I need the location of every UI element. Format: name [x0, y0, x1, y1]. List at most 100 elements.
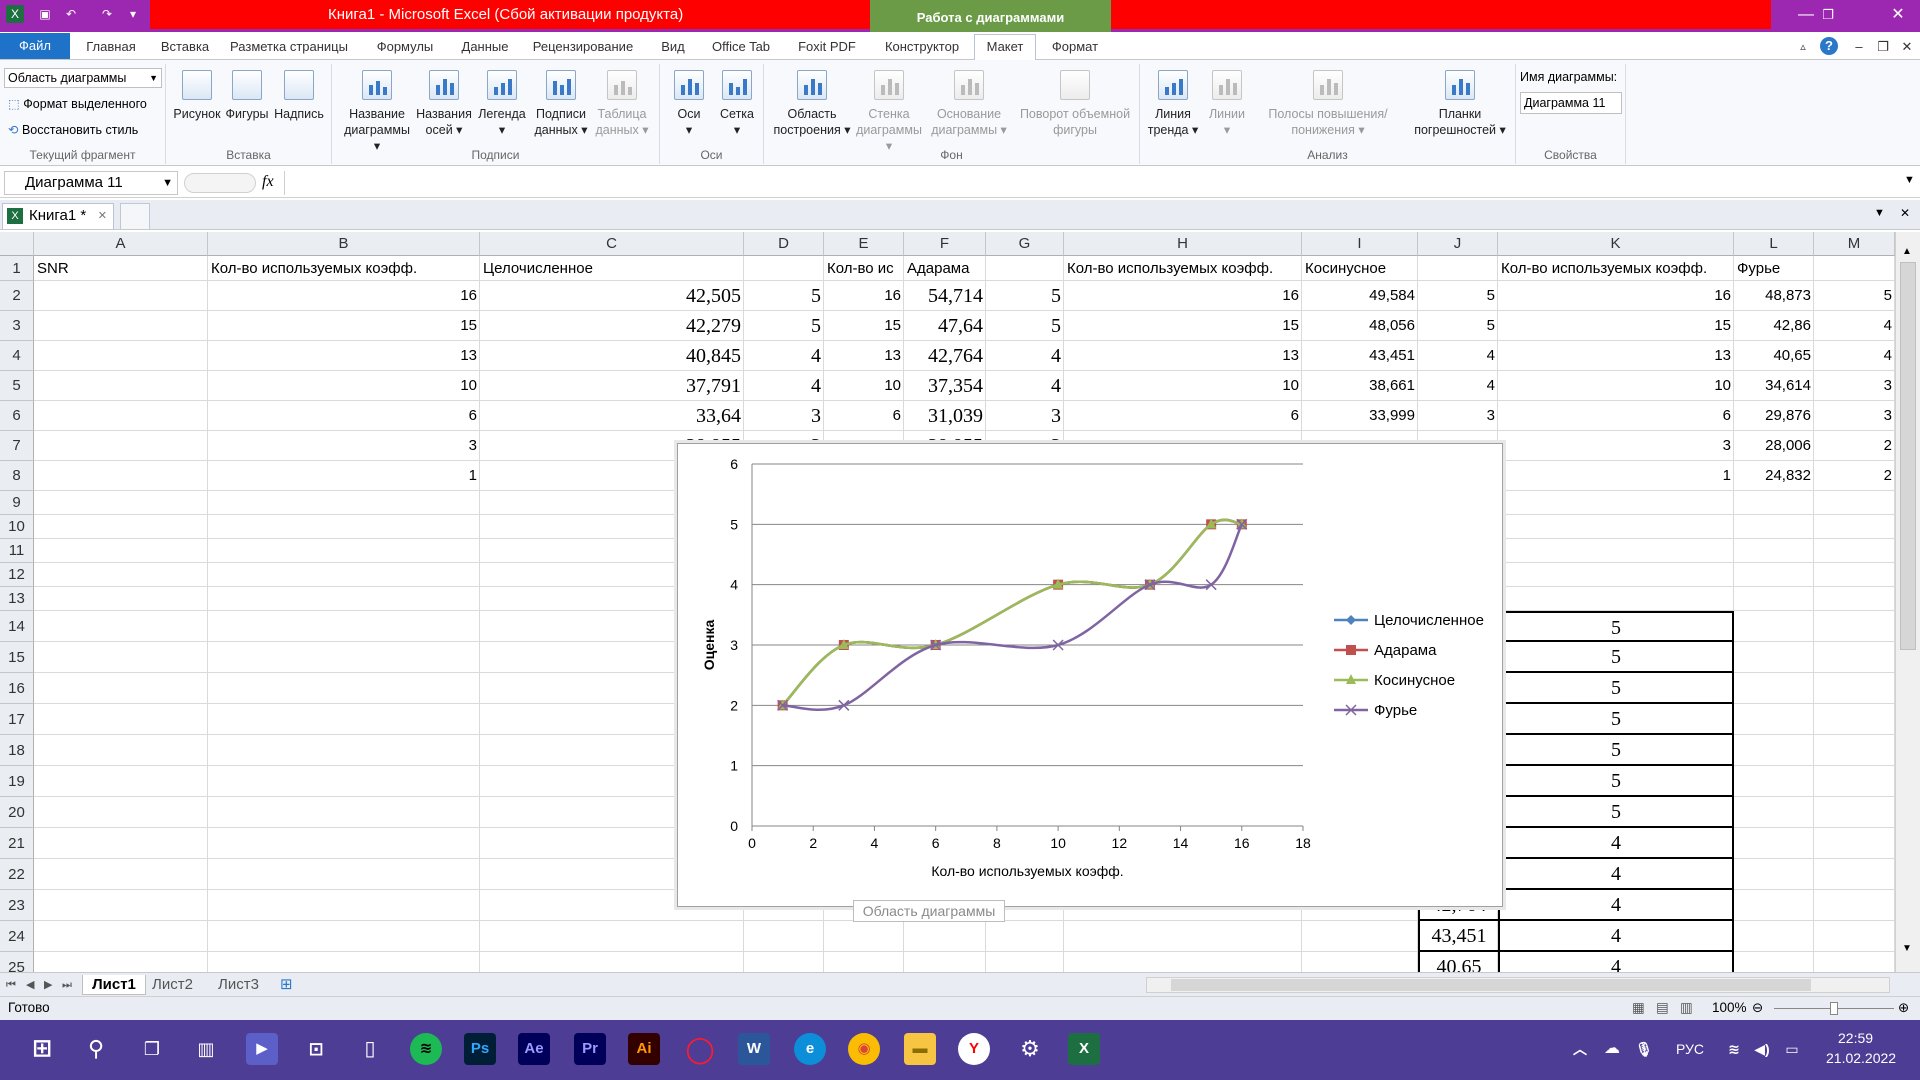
row-header-13[interactable]: 13	[0, 587, 34, 611]
cell-e5[interactable]: 10	[824, 371, 904, 401]
format-selection-button[interactable]: ⬚ Формат выделенного	[8, 96, 147, 111]
cell-k3[interactable]: 15	[1498, 311, 1734, 341]
column-header-f[interactable]: F	[904, 232, 986, 256]
chart-area[interactable]: 0 1 2 3 4 5 6 0 2 4 6 8 10 12 14 16 18 Кол-во используемы…	[677, 443, 1503, 907]
cell-e6[interactable]: 6	[824, 401, 904, 431]
insert-shapes-button[interactable]: Фигуры	[222, 66, 272, 122]
tab-page-layout[interactable]: Разметка страницы	[224, 36, 354, 58]
cell-g3[interactable]: 5	[986, 311, 1064, 341]
sheet-tab-3[interactable]: Лист3	[218, 975, 259, 995]
cell-b8[interactable]: 1	[208, 461, 480, 491]
cell-k22[interactable]: 4	[1498, 859, 1734, 890]
series-line-3[interactable]	[782, 523, 1243, 712]
select-all-corner[interactable]	[0, 232, 34, 256]
cell-k8[interactable]: 1	[1498, 461, 1734, 491]
cell-l4[interactable]: 40,65	[1734, 341, 1814, 371]
column-header-k[interactable]: K	[1498, 232, 1734, 256]
row-header-1[interactable]: 1	[0, 256, 34, 281]
cell-f3[interactable]: 47,64	[904, 311, 986, 341]
cell-f6[interactable]: 31,039	[904, 401, 986, 431]
y-axis-title[interactable]: Оценка	[701, 620, 717, 671]
rotation-3d-button[interactable]: Поворот объемной фигуры	[1016, 66, 1134, 138]
insert-picture-button[interactable]: Рисунок	[172, 66, 222, 122]
row-header-5[interactable]: 5	[0, 371, 34, 401]
cell-g5[interactable]: 4	[986, 371, 1064, 401]
error-bars-button[interactable]: Планки погрешностей ▾	[1406, 66, 1514, 138]
spotify-icon[interactable]: ≋	[410, 1033, 442, 1065]
cell-c6[interactable]: 33,64	[480, 401, 744, 431]
store-icon[interactable]: ⊡	[300, 1033, 332, 1065]
legend-marker[interactable]	[1346, 645, 1356, 655]
row-header-6[interactable]: 6	[0, 401, 34, 431]
cell-j3[interactable]: 5	[1418, 311, 1498, 341]
cell-i2[interactable]: 49,584	[1302, 281, 1418, 311]
cell-i5[interactable]: 38,661	[1302, 371, 1418, 401]
settings-gear-icon[interactable]: ⚙	[1014, 1033, 1046, 1065]
chart-element-dropdown[interactable]: Область диаграммы ▼	[4, 68, 162, 88]
legend-entry[interactable]: Косинусное	[1374, 672, 1455, 689]
workbook-minimize-icon[interactable]: –	[1850, 36, 1868, 58]
quick-access-menu-icon[interactable]: ▾	[124, 5, 142, 23]
cell-k21[interactable]: 4	[1498, 828, 1734, 859]
gridlines-button[interactable]: Сетка ▾	[714, 66, 760, 138]
word-icon[interactable]: W	[738, 1033, 770, 1065]
cell-h3[interactable]: 15	[1064, 311, 1302, 341]
cell-i4[interactable]: 43,451	[1302, 341, 1418, 371]
edge-icon[interactable]: e	[794, 1033, 826, 1065]
horizontal-scrollbar[interactable]	[1146, 977, 1890, 993]
cell-h5[interactable]: 10	[1064, 371, 1302, 401]
fx-icon[interactable]: fx	[262, 173, 274, 191]
column-header-a[interactable]: A	[34, 232, 208, 256]
zoom-level[interactable]: 100%	[1712, 997, 1747, 1019]
horizontal-scroll-thumb[interactable]	[1171, 979, 1811, 991]
cell-i1[interactable]: Косинусное	[1302, 256, 1418, 281]
cell-e1[interactable]: Кол-во ис	[824, 256, 904, 281]
scroll-down-icon[interactable]: ▼	[1902, 943, 1912, 954]
cell-k1[interactable]: Кол-во используемых коэфф.	[1498, 256, 1734, 281]
cell-m5[interactable]: 3	[1814, 371, 1895, 401]
task-view-icon[interactable]: ❐	[136, 1033, 168, 1065]
tab-office-tab[interactable]: Office Tab	[704, 36, 778, 58]
excel-icon[interactable]: X	[1068, 1033, 1100, 1065]
column-header-m[interactable]: M	[1814, 232, 1895, 256]
row-header-24[interactable]: 24	[0, 921, 34, 952]
cell-d5[interactable]: 4	[744, 371, 824, 401]
cell-k15[interactable]: 5	[1498, 642, 1734, 673]
cell-j5[interactable]: 4	[1418, 371, 1498, 401]
cell-d2[interactable]: 5	[744, 281, 824, 311]
cell-l3[interactable]: 42,86	[1734, 311, 1814, 341]
series-line-2[interactable]	[781, 518, 1242, 707]
cell-l6[interactable]: 29,876	[1734, 401, 1814, 431]
plot-area-button[interactable]: Область построения ▾	[770, 66, 854, 138]
page-break-view-icon[interactable]: ▥	[1680, 997, 1693, 1019]
chart-title-button[interactable]: Название диаграммы ▾	[342, 66, 412, 154]
column-header-b[interactable]: B	[208, 232, 480, 256]
row-header-25[interactable]: 25	[0, 952, 34, 972]
cell-b3[interactable]: 15	[208, 311, 480, 341]
cell-k19[interactable]: 5	[1498, 766, 1734, 797]
cell-h2[interactable]: 16	[1064, 281, 1302, 311]
cell-j25[interactable]: 40,65	[1418, 952, 1498, 972]
name-box[interactable]: Диаграмма 11 ▼	[4, 171, 178, 195]
cell-b5[interactable]: 10	[208, 371, 480, 401]
lines-button[interactable]: Линии ▾	[1202, 66, 1252, 138]
cell-b4[interactable]: 13	[208, 341, 480, 371]
help-icon[interactable]: ?	[1820, 37, 1838, 55]
column-header-c[interactable]: C	[480, 232, 744, 256]
cell-k2[interactable]: 16	[1498, 281, 1734, 311]
tab-format[interactable]: Формат	[1040, 36, 1110, 58]
cell-m4[interactable]: 4	[1814, 341, 1895, 371]
cell-m7[interactable]: 2	[1814, 431, 1895, 461]
series-line-0[interactable]	[781, 518, 1242, 707]
volume-icon[interactable]: ◀)	[1746, 1033, 1778, 1065]
chrome-icon[interactable]: ◉	[848, 1033, 880, 1065]
chart-wall-button[interactable]: Стенка диаграммы ▾	[856, 66, 922, 154]
tab-layout[interactable]: Макет	[974, 34, 1036, 60]
cell-i3[interactable]: 48,056	[1302, 311, 1418, 341]
workbook-restore-icon[interactable]: ❐	[1874, 36, 1892, 58]
close-icon[interactable]: ✕	[1878, 4, 1918, 26]
cell-k20[interactable]: 5	[1498, 797, 1734, 828]
cell-k25[interactable]: 4	[1498, 952, 1734, 972]
cell-k6[interactable]: 6	[1498, 401, 1734, 431]
zoom-slider-thumb[interactable]	[1830, 1002, 1838, 1015]
